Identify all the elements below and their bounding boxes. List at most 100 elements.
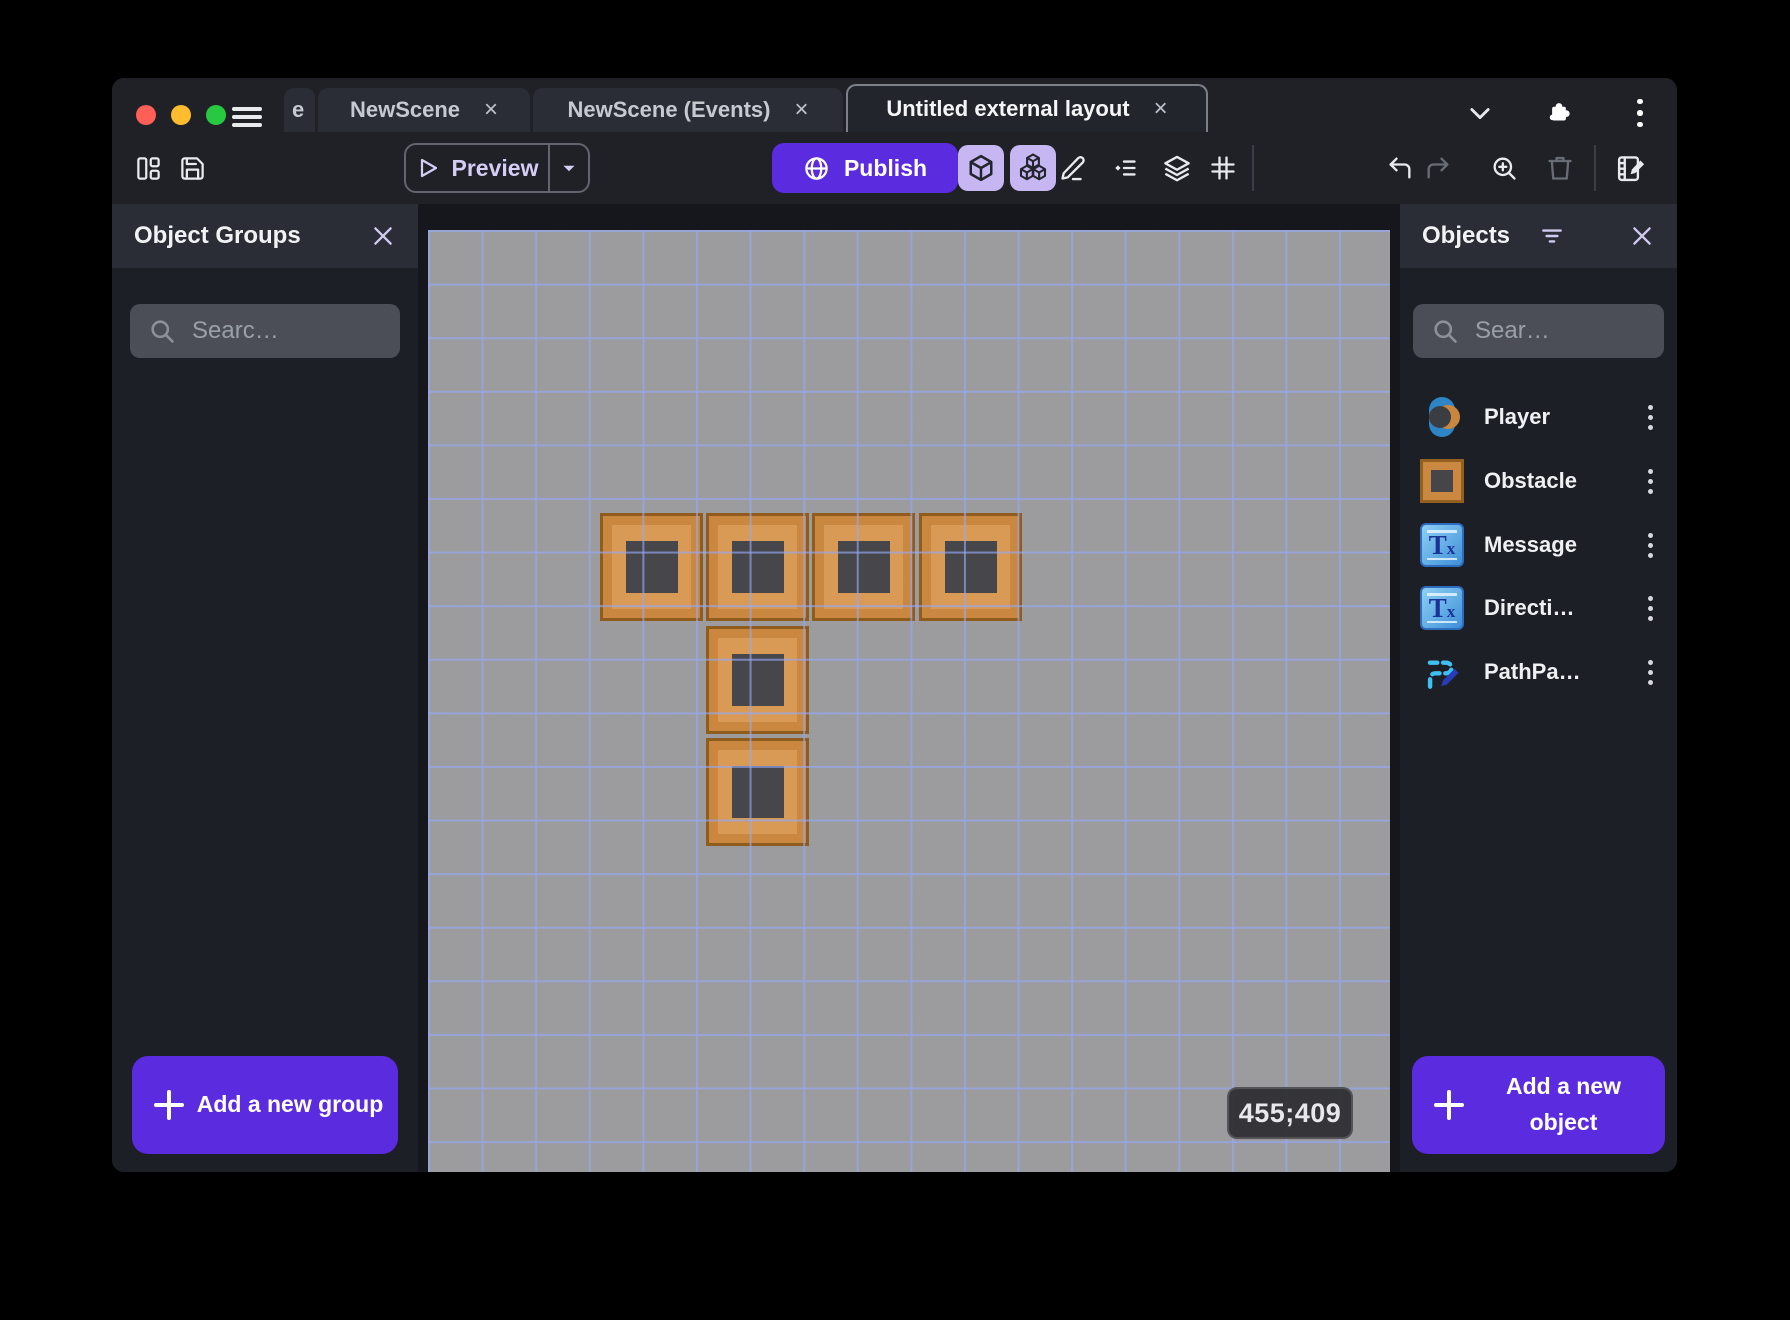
obstacle-sprite-icon <box>1420 459 1464 503</box>
preview-button[interactable]: Preview <box>404 143 590 193</box>
kebab-menu-icon <box>1637 99 1643 128</box>
trash-icon <box>1546 154 1574 182</box>
filter-objects-button[interactable] <box>1539 223 1565 249</box>
save-button[interactable] <box>172 148 212 188</box>
tab-newscene-events[interactable]: NewScene (Events) × <box>533 88 843 132</box>
object-name: Directi… <box>1484 595 1624 621</box>
titlebar: e NewScene × NewScene (Events) × Untitle… <box>112 78 1677 132</box>
puzzle-icon <box>1544 98 1574 128</box>
close-icon <box>370 223 396 249</box>
preview-button-main[interactable]: Preview <box>406 145 548 191</box>
add-group-label: Add a new group <box>192 1087 388 1123</box>
caret-down-icon <box>558 157 580 179</box>
window-close-button[interactable] <box>136 105 156 125</box>
more-options-button[interactable] <box>1622 95 1658 131</box>
close-icon <box>1629 223 1655 249</box>
path-paint-icon <box>1420 650 1464 694</box>
layers-button[interactable] <box>1157 148 1197 188</box>
toggle-instances-view-button[interactable] <box>1010 145 1056 191</box>
window-minimize-button[interactable] <box>171 105 191 125</box>
project-manager-button[interactable] <box>128 148 168 188</box>
add-object-label: Add a new object <box>1472 1069 1655 1140</box>
toolbar-divider <box>1252 145 1254 191</box>
undo-button[interactable] <box>1380 148 1420 188</box>
tab-newscene[interactable]: NewScene × <box>318 88 530 132</box>
text-object-icon: Tx <box>1420 523 1464 567</box>
globe-icon <box>803 155 830 182</box>
redo-icon <box>1424 154 1452 182</box>
grid-icon <box>1209 154 1237 182</box>
object-groups-panel: Object Groups Add a new group <box>112 204 418 1172</box>
plus-icon <box>154 1090 184 1120</box>
plus-icon <box>1434 1090 1464 1120</box>
scene-canvas[interactable]: 455;409 <box>428 230 1390 1172</box>
object-row-obstacle[interactable]: Obstacle <box>1400 449 1677 513</box>
play-icon <box>416 156 440 180</box>
object-menu-icon[interactable] <box>1644 592 1657 625</box>
close-panel-button[interactable] <box>1629 223 1655 249</box>
obstacle-instance[interactable] <box>706 738 809 846</box>
tab-label: NewScene (Events) <box>568 97 771 123</box>
instances-list-icon <box>1110 154 1138 182</box>
object-row-pathpaint[interactable]: PathPa… <box>1400 640 1677 704</box>
instances-list-button[interactable] <box>1104 148 1144 188</box>
tab-label: NewScene <box>350 97 460 123</box>
project-manager-icon <box>135 155 162 182</box>
group-search-box <box>130 304 400 358</box>
open-events-editor-button[interactable] <box>1611 148 1651 188</box>
obstacle-instance[interactable] <box>600 513 703 621</box>
preview-options-button[interactable] <box>548 145 588 191</box>
obstacle-instance[interactable] <box>706 626 809 734</box>
close-panel-button[interactable] <box>370 223 396 249</box>
zoom-in-button[interactable] <box>1484 148 1524 188</box>
toggle-3d-view-button[interactable] <box>958 145 1004 191</box>
extensions-button[interactable] <box>1541 95 1577 131</box>
edit-mode-button[interactable] <box>1053 148 1093 188</box>
obstacle-instance[interactable] <box>812 513 915 621</box>
objects-title: Objects <box>1422 222 1510 250</box>
cubes-stack-icon <box>1018 153 1048 183</box>
add-group-button[interactable]: Add a new group <box>132 1056 398 1154</box>
tab-untitled-external-layout[interactable]: Untitled external layout × <box>846 84 1208 132</box>
cube-3d-icon <box>966 153 996 183</box>
tab-close-icon[interactable]: × <box>794 96 808 124</box>
object-search-input[interactable] <box>1475 317 1646 345</box>
add-object-button[interactable]: Add a new object <box>1412 1056 1665 1154</box>
layers-icon <box>1163 154 1191 182</box>
tab-overflow-fragment[interactable]: e <box>284 88 315 132</box>
main-menu-icon[interactable] <box>232 107 262 129</box>
events-edit-icon <box>1616 153 1646 183</box>
tab-close-icon[interactable]: × <box>1154 95 1168 123</box>
object-groups-header: Object Groups <box>112 204 418 268</box>
publish-button[interactable]: Publish <box>772 143 958 193</box>
toolbar: Preview Publish <box>112 132 1677 204</box>
window-maximize-button[interactable] <box>206 105 226 125</box>
publish-label: Publish <box>844 155 927 182</box>
object-row-message[interactable]: Tx Message <box>1400 513 1677 577</box>
chevron-down-icon <box>1466 99 1494 127</box>
redo-button[interactable] <box>1418 148 1458 188</box>
pencil-icon <box>1059 154 1087 182</box>
object-menu-icon[interactable] <box>1644 656 1657 689</box>
object-row-directions[interactable]: Tx Directi… <box>1400 576 1677 640</box>
tab-close-icon[interactable]: × <box>484 96 498 124</box>
objects-panel: Objects Player Obstacle Tx Mess <box>1400 204 1677 1172</box>
grid-button[interactable] <box>1203 148 1243 188</box>
object-menu-icon[interactable] <box>1644 401 1657 434</box>
object-menu-icon[interactable] <box>1644 529 1657 562</box>
tab-label: Untitled external layout <box>886 96 1129 122</box>
obstacle-instance[interactable] <box>706 513 809 621</box>
search-icon <box>148 317 176 345</box>
obstacle-instance[interactable] <box>919 513 1022 621</box>
object-search-box <box>1413 304 1664 358</box>
object-groups-title: Object Groups <box>134 222 301 250</box>
group-search-input[interactable] <box>192 317 382 345</box>
delete-button[interactable] <box>1540 148 1580 188</box>
object-name: Obstacle <box>1484 468 1624 494</box>
text-object-icon: Tx <box>1420 586 1464 630</box>
object-row-player[interactable]: Player <box>1400 385 1677 449</box>
object-menu-icon[interactable] <box>1644 465 1657 498</box>
collapse-tabs-button[interactable] <box>1462 95 1498 131</box>
undo-icon <box>1386 154 1414 182</box>
player-sprite-icon <box>1420 395 1464 439</box>
